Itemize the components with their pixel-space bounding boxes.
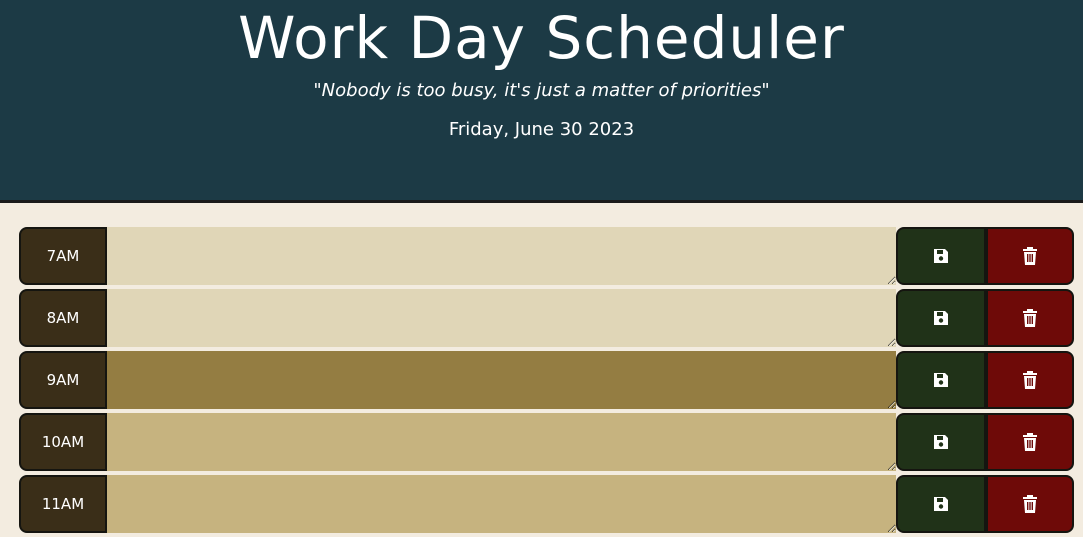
save-button[interactable] [896,289,986,347]
time-block-8am: 8AM [19,289,1074,347]
floppy-disk-icon [933,372,949,388]
hour-label: 9AM [19,351,107,409]
page-header: Work Day Scheduler "Nobody is too busy, … [0,0,1083,203]
save-button[interactable] [896,351,986,409]
task-input[interactable] [107,475,896,533]
trash-icon [1022,495,1038,513]
task-input[interactable] [107,227,896,285]
time-block-7am: 7AM [19,227,1074,285]
header-quote: "Nobody is too busy, it's just a matter … [313,80,770,101]
trash-icon [1022,371,1038,389]
save-button[interactable] [896,413,986,471]
floppy-disk-icon [933,434,949,450]
time-block-11am: 11AM [19,475,1074,533]
hour-label: 8AM [19,289,107,347]
delete-button[interactable] [986,413,1074,471]
save-button[interactable] [896,227,986,285]
trash-icon [1022,309,1038,327]
floppy-disk-icon [933,248,949,264]
save-button[interactable] [896,475,986,533]
time-block-10am: 10AM [19,413,1074,471]
trash-icon [1022,433,1038,451]
floppy-disk-icon [933,496,949,512]
delete-button[interactable] [986,351,1074,409]
page-title: Work Day Scheduler [238,4,845,72]
task-input[interactable] [107,413,896,471]
floppy-disk-icon [933,310,949,326]
current-date: Friday, June 30 2023 [448,119,635,140]
schedule-container: 7AM 8AM 9AM 10AM 11AM [19,227,1074,537]
hour-label: 7AM [19,227,107,285]
time-block-9am: 9AM [19,351,1074,409]
hour-label: 10AM [19,413,107,471]
delete-button[interactable] [986,289,1074,347]
delete-button[interactable] [986,227,1074,285]
trash-icon [1022,247,1038,265]
hour-label: 11AM [19,475,107,533]
delete-button[interactable] [986,475,1074,533]
task-input[interactable] [107,351,896,409]
task-input[interactable] [107,289,896,347]
